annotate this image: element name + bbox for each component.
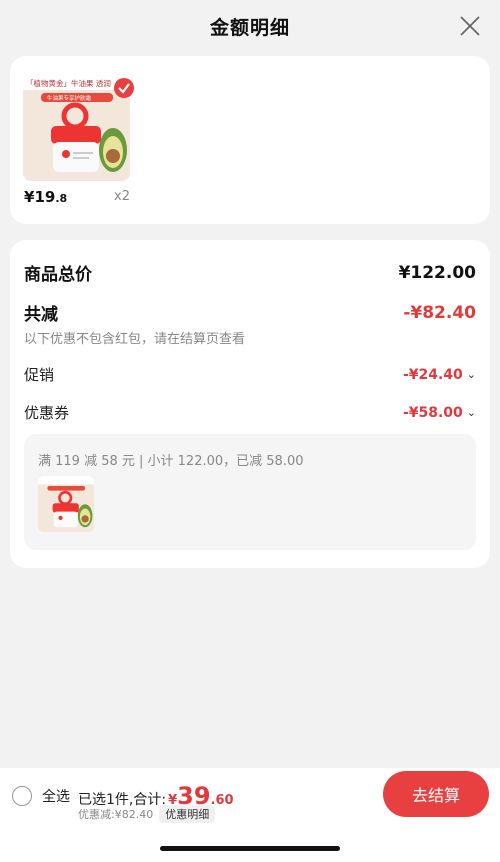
home-indicator [160, 846, 340, 851]
total-row: 商品总价 ¥122.00 [24, 260, 476, 286]
page-title: 金额明细 [209, 16, 290, 39]
total-label: 商品总价 [24, 265, 92, 285]
coupon-value: -¥58.00 [402, 404, 463, 421]
summary-card: 商品总价 ¥122.00 共减 -¥82.40 以下优惠不包含红包，请在结算页查… [10, 240, 490, 568]
reduce-row: 共减 -¥82.40 [24, 300, 476, 326]
price-int: 19 [34, 188, 56, 206]
coupon-detail-text: 满 119 减 58 元 | 小计 122.00，已减 58.00 [38, 454, 304, 469]
coupon-product-image [38, 476, 94, 532]
product-image-subtitle: 牛油果专享护肤霜 [47, 94, 92, 102]
select-all-label[interactable]: 全选 [42, 786, 70, 806]
reduce-value: -¥82.40 [403, 302, 476, 323]
coupon-label: 优惠券 [24, 404, 70, 422]
coupon-row[interactable]: 优惠券 -¥58.00 ⌄ [24, 402, 476, 423]
price-symbol: ¥ [24, 188, 35, 206]
promo-label: 促销 [24, 366, 55, 384]
close-icon[interactable] [459, 15, 481, 37]
select-all-radio[interactable] [12, 786, 32, 806]
selected-check-icon [114, 78, 134, 98]
coupon-detail-box: 满 119 减 58 元 | 小计 122.00，已减 58.00 [24, 434, 476, 550]
header: 金额明细 [0, 0, 500, 52]
chevron-down-icon[interactable]: ⌄ [467, 368, 476, 381]
price-dec: .8 [55, 192, 68, 205]
product-card: 「植物黄金」牛油果 透润 牛油果专享护肤霜 ¥19.8 x2 [10, 56, 490, 224]
reduce-label: 共减 [24, 305, 58, 325]
promo-value-group[interactable]: -¥24.40 ⌄ [403, 367, 476, 383]
discount-detail-button[interactable]: 优惠明细 [159, 805, 216, 823]
checkout-button[interactable]: 去结算 [383, 771, 489, 817]
chevron-down-icon[interactable]: ⌄ [467, 406, 476, 419]
promo-row[interactable]: 促销 -¥24.40 ⌄ [24, 364, 476, 385]
close-button[interactable] [456, 12, 484, 40]
product-image-title: 「植物黄金」牛油果 透润 [26, 78, 111, 88]
promo-value: -¥24.40 [402, 366, 463, 383]
product-quantity: x2 [114, 189, 130, 204]
coupon-value-group[interactable]: -¥58.00 ⌄ [403, 405, 476, 421]
discount-text: 优惠减:¥82.40 [78, 808, 154, 821]
discount-hint: 以下优惠不包含红包，请在结算页查看 [24, 332, 246, 347]
product-price: ¥19.8 [24, 188, 67, 206]
total-value: ¥122.00 [398, 262, 476, 283]
discount-line: 优惠减:¥82.40 优惠明细 [78, 805, 216, 823]
